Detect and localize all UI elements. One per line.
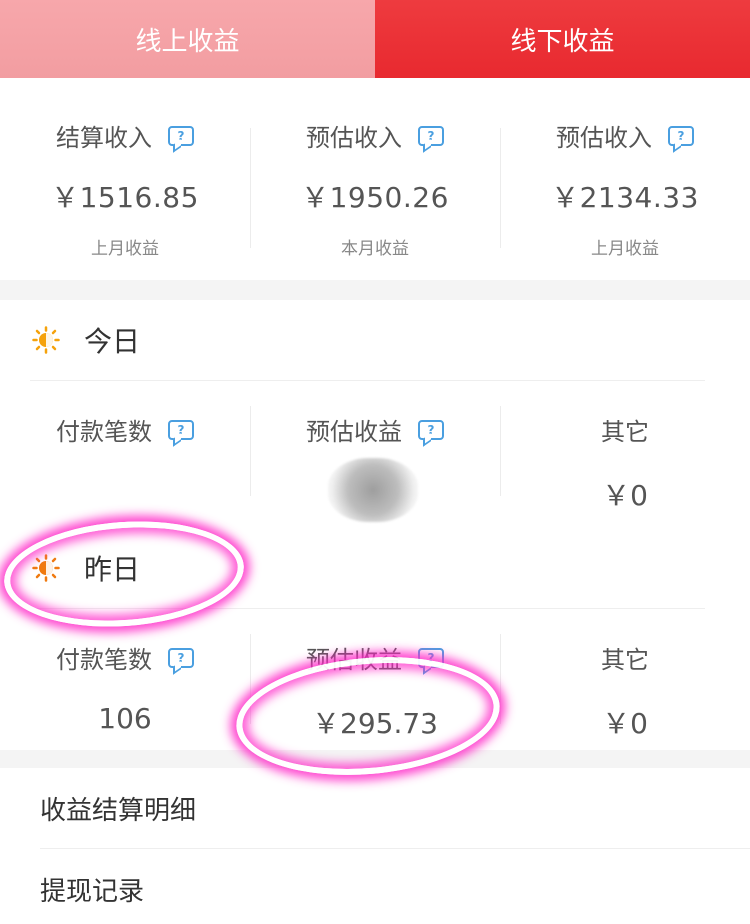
question-bubble-icon[interactable]: ? [168,419,194,440]
today-section: 今日 付款笔数 ? 预估收益 ? 其它 ￥0 [0,300,750,522]
stat-value: ￥295.73 [312,707,438,740]
earnings-summary: 结算收入 ? ￥1516.85 上月收益 预估收入 ? ￥1950.26 本月收… [0,78,750,280]
summary-settled-income: 结算收入 ? ￥1516.85 上月收益 [0,78,250,280]
summary-sub-label: 上月收益 [91,239,159,259]
question-bubble-icon[interactable]: ? [418,647,444,668]
yesterday-header: 昨日 [0,528,750,608]
stat-payment-count: 付款笔数 ? 106 [0,610,250,750]
summary-estimated-income-last-month: 预估收入 ? ￥2134.33 上月收益 [500,78,750,280]
menu-label: 提现记录 [40,876,145,907]
menu-earnings-settlement-details[interactable]: 收益结算明细 [0,768,750,848]
divider [30,380,705,381]
menu-withdrawal-records[interactable]: 提现记录 [0,849,750,924]
today-stats: 付款笔数 ? 预估收益 ? 其它 ￥0 [0,382,750,522]
stat-label: 其它 [601,418,649,446]
tab-offline-earnings[interactable]: 线下收益 [375,0,750,78]
question-bubble-icon[interactable]: ? [168,647,194,668]
question-bubble-icon[interactable]: ? [668,125,694,146]
section-title: 今日 [84,325,141,358]
summary-estimated-income-this-month: 预估收入 ? ￥1950.26 本月收益 [250,78,500,280]
tab-online-earnings[interactable]: 线上收益 [0,0,375,78]
summary-label: 结算收入 [56,124,152,152]
summary-amount: ￥2134.33 [551,181,699,214]
stat-other: 其它 ￥0 [500,382,750,522]
stat-label: 预估收益 [306,646,402,674]
stat-other: 其它 ￥0 [500,610,750,750]
menu-label: 收益结算明细 [40,795,197,826]
question-bubble-icon[interactable]: ? [168,125,194,146]
section-divider [0,750,750,768]
sun-icon [32,554,60,582]
tab-bar: 线上收益 线下收益 [0,0,750,78]
stat-label: 预估收益 [306,418,402,446]
today-header: 今日 [0,300,750,380]
divider [30,608,705,609]
stat-payment-count: 付款笔数 ? [0,382,250,522]
section-divider [0,280,750,300]
summary-amount: ￥1950.26 [301,181,449,214]
stat-estimated-earnings: 预估收益 ? [250,382,500,522]
summary-label: 预估收入 [556,124,652,152]
stat-value: ￥0 [602,707,648,740]
redacted-value-blur [328,458,418,522]
question-bubble-icon[interactable]: ? [418,125,444,146]
summary-sub-label: 上月收益 [591,239,659,259]
section-title: 昨日 [84,553,141,586]
question-bubble-icon[interactable]: ? [418,419,444,440]
summary-sub-label: 本月收益 [341,239,409,259]
stat-label: 其它 [601,646,649,674]
summary-label: 预估收入 [306,124,402,152]
stat-value: 106 [98,702,152,735]
stat-value: ￥0 [602,479,648,512]
stat-estimated-earnings: 预估收益 ? ￥295.73 [250,610,500,750]
stat-label: 付款笔数 [56,646,152,674]
summary-amount: ￥1516.85 [51,181,199,214]
yesterday-stats: 付款笔数 ? 106 预估收益 ? ￥295.73 其它 ￥0 [0,610,750,750]
stat-label: 付款笔数 [56,418,152,446]
yesterday-section: 昨日 付款笔数 ? 106 预估收益 ? ￥295.73 其它 ￥0 [0,528,750,750]
sun-icon [32,326,60,354]
